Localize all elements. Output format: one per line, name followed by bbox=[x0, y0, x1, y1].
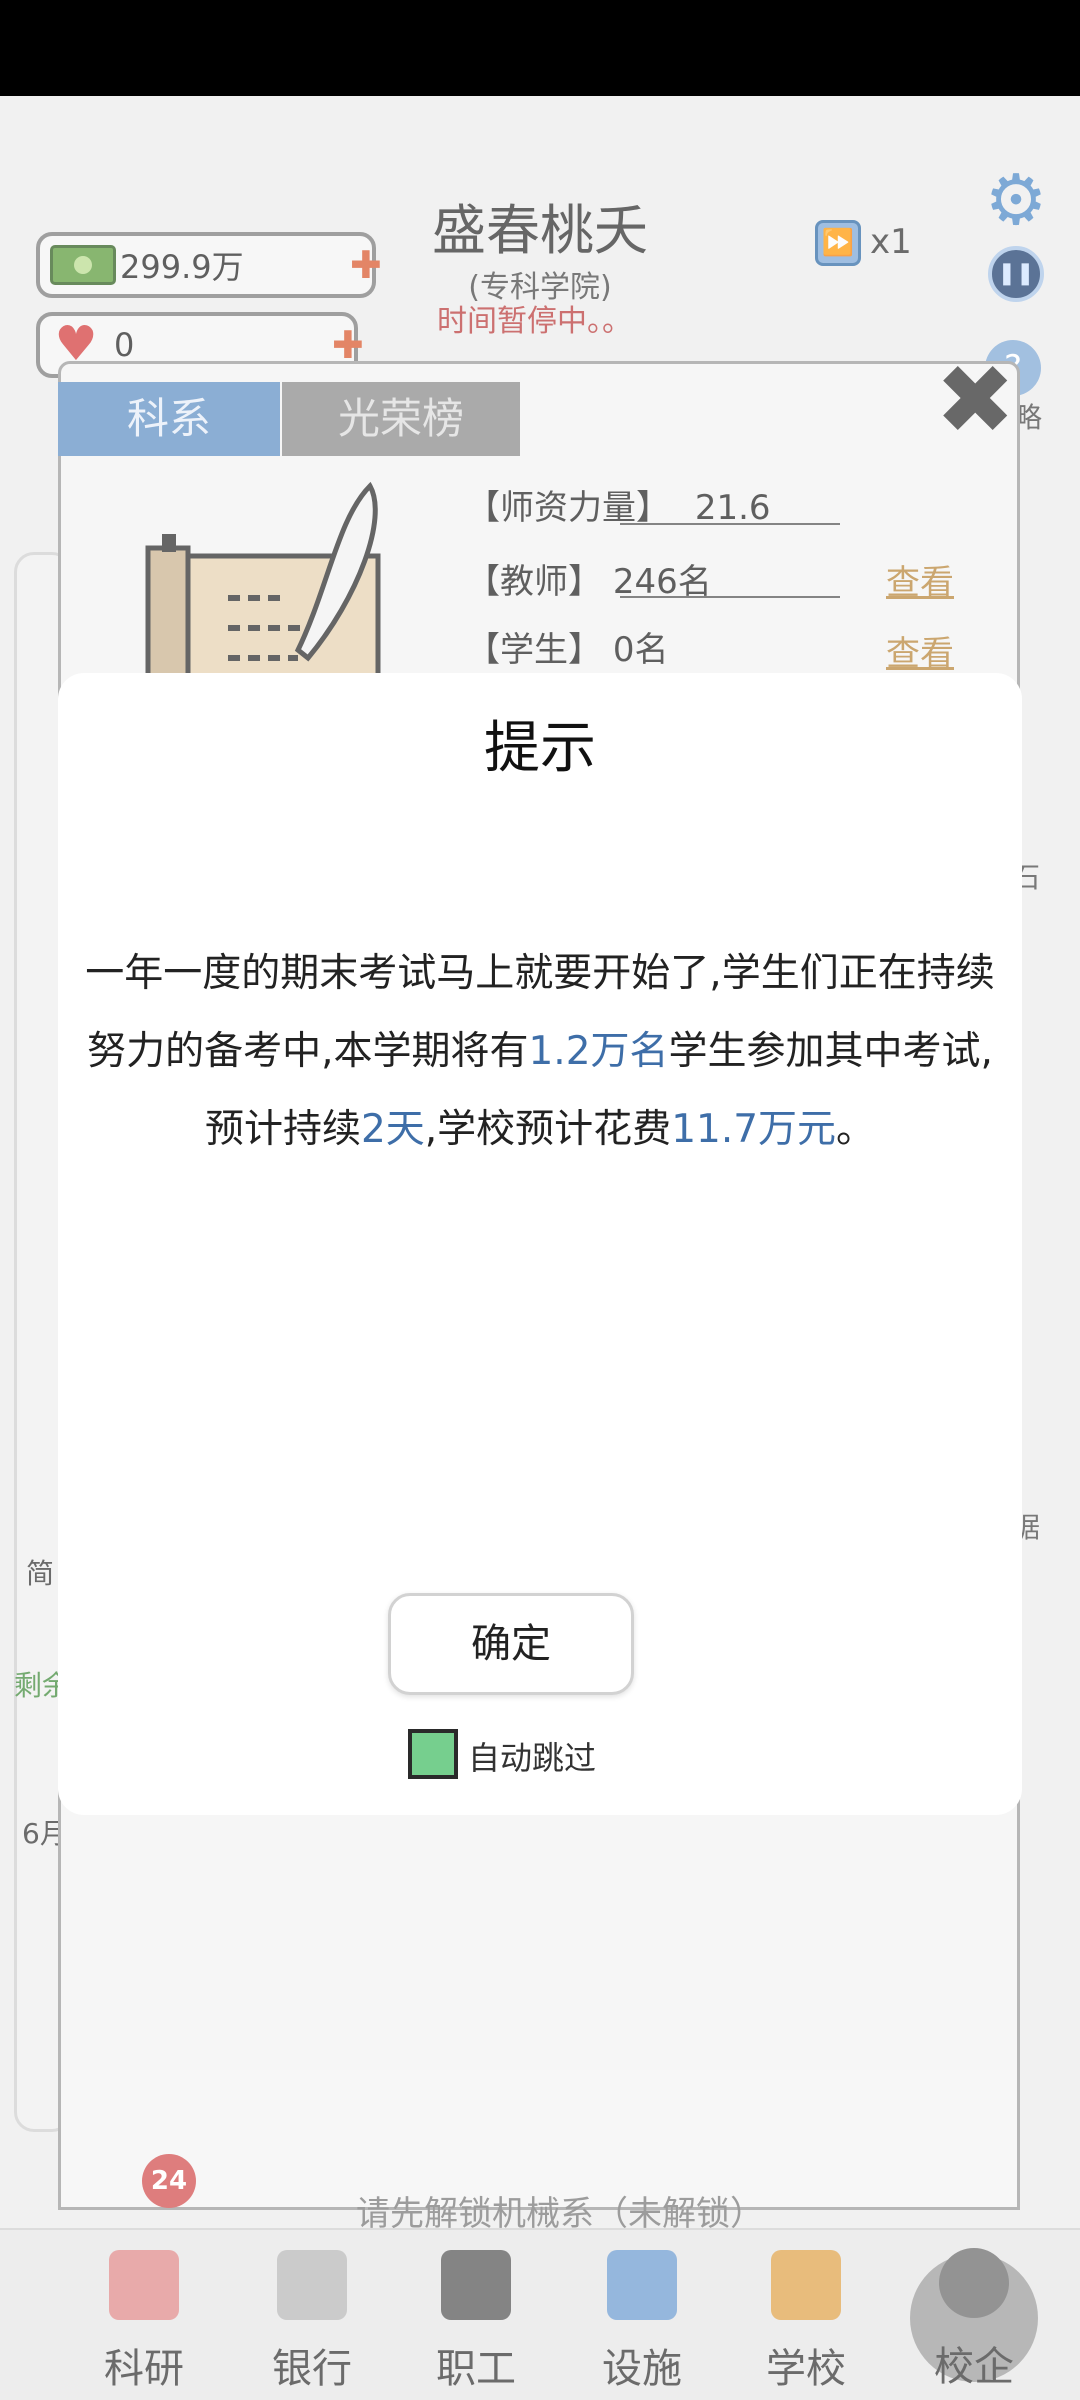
dialog-title: 提示 bbox=[484, 716, 596, 781]
message-students: 1.2万名 bbox=[528, 1029, 669, 1074]
message-days: 2天 bbox=[360, 1107, 425, 1152]
exam-notice-dialog: 提示 一年一度的期末考试马上就要开始了,学生们正在持续努力的备考中,本学期将有1… bbox=[58, 673, 1022, 1815]
auto-skip-label: 自动跳过 bbox=[468, 1739, 597, 1777]
message-cost: 11.7万元 bbox=[671, 1107, 837, 1152]
dialog-message: 一年一度的期末考试马上就要开始了,学生们正在持续努力的备考中,本学期将有1.2万… bbox=[80, 935, 1000, 1169]
message-part-4: 。 bbox=[836, 1107, 876, 1152]
auto-skip-checkbox[interactable] bbox=[408, 1729, 458, 1779]
confirm-button[interactable]: 确定 bbox=[388, 1593, 634, 1695]
message-part-3: ,学校预计花费 bbox=[424, 1107, 672, 1152]
status-bar bbox=[0, 0, 1080, 96]
